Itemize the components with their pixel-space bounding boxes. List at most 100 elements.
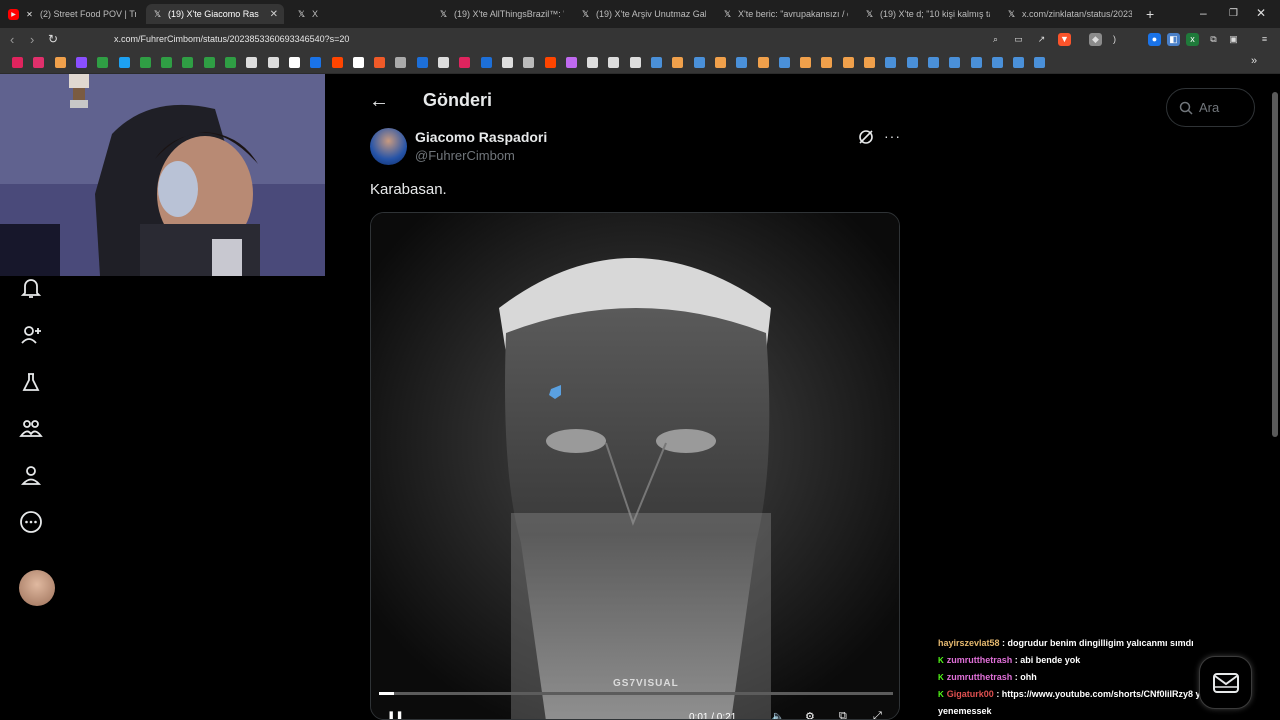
bookmark-icon[interactable] [970, 57, 982, 68]
reload-icon[interactable]: ↻ [48, 32, 58, 46]
cast-icon[interactable]: ▭ [1012, 33, 1025, 46]
bookmark-icon[interactable] [885, 57, 897, 68]
post-more-icon[interactable]: ··· [884, 128, 901, 144]
bookmark-icon[interactable] [608, 57, 620, 68]
fullscreen-icon[interactable]: ⤢ [873, 710, 882, 719]
bookmark-icon[interactable] [139, 57, 151, 68]
bookmark-icon[interactable] [927, 57, 939, 68]
puzzle-icon[interactable]: ⧉ [1207, 33, 1220, 46]
bookmark-icon[interactable] [161, 57, 173, 68]
back-button[interactable]: ← [369, 90, 389, 113]
bookmark-icon[interactable] [395, 57, 407, 68]
bookmarks-overflow-icon[interactable]: » [1251, 55, 1257, 67]
grok-explain-icon[interactable] [857, 128, 877, 148]
tab-arsiv-unutmaz[interactable]: 𝕏 (19) X'te Arşiv Unutmaz Galata [580, 4, 706, 24]
mute-icon[interactable]: ✕ [24, 9, 35, 20]
bookmark-icon[interactable] [246, 57, 258, 68]
bookmark-icon[interactable] [1034, 57, 1046, 68]
url-field[interactable]: x.com/FuhrerCimbom/status/20238533606933… [114, 34, 349, 44]
back-nav-icon[interactable]: ‹ [10, 32, 14, 47]
bookmark-icon[interactable] [374, 57, 386, 68]
bookmark-icon[interactable] [352, 57, 364, 68]
bookmark-icon[interactable] [182, 57, 194, 68]
pause-icon[interactable]: ❚❚ [387, 711, 404, 719]
sidebar-icon[interactable]: ▣ [1227, 33, 1240, 46]
bookmark-icon[interactable] [821, 57, 833, 68]
tab-street-food[interactable]: ▶ ✕ (2) Street Food POV | Tradit [8, 4, 136, 24]
bookmark-icon[interactable] [757, 57, 769, 68]
post-video[interactable]: GS7VISUAL ❚❚ 0:01 / 0:21 🔈 ⚙ ⧉ ⤢ [370, 212, 900, 720]
bookmark-icon[interactable] [438, 57, 449, 68]
search-box[interactable]: Ara [1166, 88, 1255, 127]
tab-zinklatan[interactable]: 𝕏 x.com/zinklatan/status/202364 [1006, 4, 1132, 24]
volume-icon[interactable]: 🔈 [771, 710, 785, 719]
follow-icon[interactable] [18, 323, 44, 349]
bookmark-icon[interactable] [459, 57, 471, 68]
tab-giacomo-raspadori[interactable]: 𝕏 (19) X'te Giacomo Raspadö ✕ [146, 4, 284, 24]
bookmark-icon[interactable] [736, 57, 748, 68]
bookmark-icon[interactable] [864, 57, 875, 68]
bookmark-icon[interactable] [75, 57, 87, 68]
window-close-icon[interactable]: ✕ [1256, 6, 1266, 20]
new-tab-button[interactable]: + [1146, 4, 1158, 24]
bookmark-icon[interactable] [906, 57, 918, 68]
bookmark-icon[interactable] [225, 57, 236, 68]
bookmark-icon[interactable] [714, 57, 726, 68]
bookmark-icon[interactable] [416, 57, 428, 68]
author-name[interactable]: Giacomo Raspadori [415, 129, 547, 145]
bookmark-icon[interactable] [565, 57, 577, 68]
author-avatar[interactable] [370, 128, 407, 165]
tab-10-kisi[interactable]: 𝕏 (19) X'te d; "10 kişi kalmış takı [864, 4, 990, 24]
bookmark-icon[interactable] [991, 57, 1003, 68]
grok-icon[interactable] [18, 370, 44, 396]
bookmark-icon[interactable] [54, 57, 66, 68]
zoom-icon[interactable]: ⌕ [989, 33, 1002, 46]
bookmark-icon[interactable] [12, 57, 23, 68]
bookmark-icon[interactable] [778, 57, 790, 68]
bookmark-icon[interactable] [480, 57, 492, 68]
bookmark-icon[interactable] [97, 57, 109, 68]
share-icon[interactable]: ↗ [1035, 33, 1048, 46]
restore-icon[interactable]: ❐ [1229, 8, 1238, 19]
bookmark-icon[interactable] [118, 57, 130, 68]
account-avatar[interactable] [19, 570, 55, 606]
video-progress-track[interactable] [379, 692, 893, 695]
tab-beric[interactable]: 𝕏 X'te beric: "avrupakansızı / oka [722, 4, 848, 24]
bookmark-icon[interactable] [587, 57, 599, 68]
messages-button[interactable] [1199, 656, 1252, 709]
profile-icon[interactable] [18, 463, 44, 489]
bookmark-icon[interactable] [1013, 57, 1025, 68]
extension-icon[interactable]: ◧ [1167, 33, 1180, 46]
author-handle[interactable]: @FuhrerCimbom [415, 148, 515, 163]
bookmark-icon[interactable] [310, 57, 322, 68]
pip-icon[interactable]: ⧉ [839, 710, 847, 719]
bookmark-icon[interactable] [800, 57, 812, 68]
bookmark-icon[interactable] [672, 57, 684, 68]
bookmark-icon[interactable] [331, 57, 343, 68]
tab-x[interactable]: 𝕏 X [296, 4, 406, 24]
settings-icon[interactable]: ⚙ [805, 710, 815, 719]
close-tab-icon[interactable]: ✕ [270, 9, 278, 20]
communities-icon[interactable] [18, 416, 44, 442]
bookmark-icon[interactable] [523, 57, 535, 68]
bookmark-icon[interactable] [501, 57, 513, 68]
tab-allthingsbrazil[interactable]: 𝕏 (19) X'te AllThingsBrazil™: " [438, 4, 564, 24]
bookmark-icon[interactable] [651, 57, 662, 68]
forward-nav-icon[interactable]: › [30, 32, 34, 47]
bookmark-icon[interactable] [693, 57, 705, 68]
notifications-icon[interactable] [18, 276, 44, 302]
audio-extension-icon[interactable]: ) [1108, 33, 1121, 46]
extension-icon[interactable]: x [1186, 33, 1199, 46]
bookmark-icon[interactable] [288, 57, 300, 68]
menu-icon[interactable]: ≡ [1258, 33, 1271, 46]
extension-icon[interactable]: ◆ [1089, 33, 1102, 46]
bookmark-icon[interactable] [544, 57, 556, 68]
more-icon[interactable] [18, 510, 44, 536]
minimize-icon[interactable]: – [1200, 6, 1207, 20]
bookmark-icon[interactable] [33, 57, 45, 68]
bookmark-icon[interactable] [267, 57, 279, 68]
brave-shield-icon[interactable]: ▼ [1058, 33, 1071, 46]
bookmark-icon[interactable] [629, 57, 641, 68]
bookmark-icon[interactable] [842, 57, 854, 68]
extension-icon[interactable]: ● [1148, 33, 1161, 46]
